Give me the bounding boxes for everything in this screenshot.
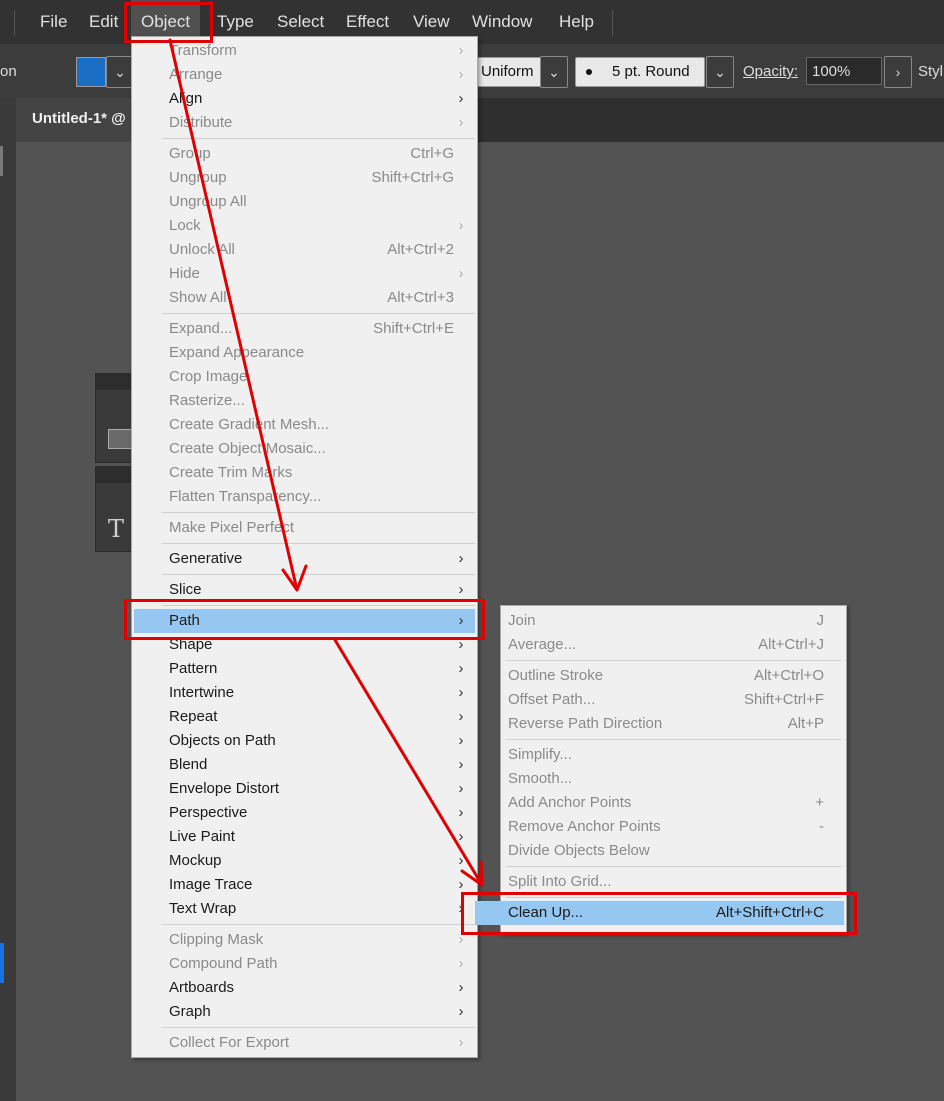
arrow-line <box>168 38 299 592</box>
arrow-line <box>333 638 484 887</box>
annotation-arrows <box>168 38 484 887</box>
